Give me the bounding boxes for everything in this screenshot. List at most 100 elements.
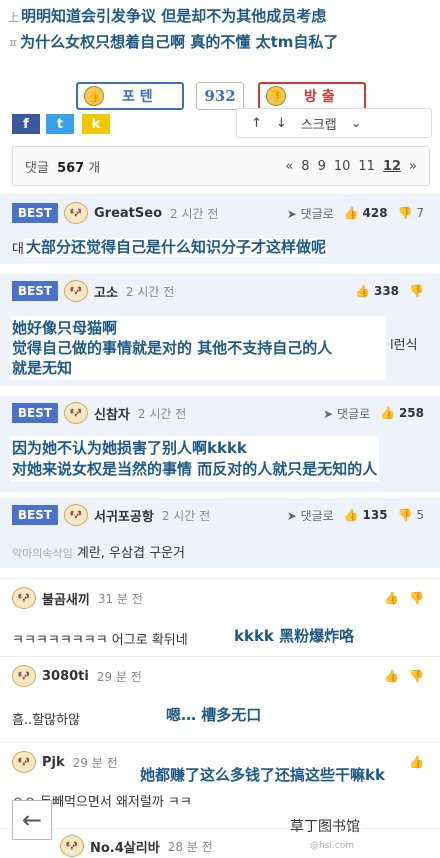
comment-nick[interactable]: GreatSeo <box>94 206 162 221</box>
arrow-up-icon[interactable]: ↑ <box>251 116 262 131</box>
comment: 🐶 불곰새끼 31 분 전 👍 👎 ㅋㅋㅋㅋㅋㅋㅋㅋ 어그로 확뒤네 <box>0 578 440 650</box>
comment-nick[interactable]: 3080ti <box>42 669 89 684</box>
like-icon[interactable]: 👍 <box>384 669 399 683</box>
page-link[interactable]: 8 <box>301 159 309 174</box>
comment-text: 계란, 우삼겹 구운거 <box>76 546 185 561</box>
comment-nick[interactable]: 신참자 <box>94 404 130 423</box>
overlay-line: 觉得自己做的事情就是对的 其他不支持自己的人 <box>12 339 333 357</box>
vote-count: 932 <box>196 82 244 110</box>
dislike-icon[interactable]: 👎 <box>409 591 424 605</box>
comment-nick[interactable]: 불곰새끼 <box>42 589 90 608</box>
dislike-icon[interactable]: 👎 <box>409 669 424 683</box>
comment-actions: 👍 338 👎 <box>355 284 424 298</box>
comment-count-label: 댓글 567 개 <box>25 157 100 176</box>
translation-overlay: 她都赚了这么多钱了还搞这些干嘛kk <box>138 766 387 785</box>
caption-line-1: 上明明知道会引发争议 但是却不为其他成员考虑 <box>8 4 440 30</box>
comment-body: 흠..할많하않 <box>12 713 81 728</box>
best-badge: BEST <box>12 403 58 423</box>
comment-time: 2 시간 전 <box>125 284 175 299</box>
current-page-link[interactable]: 12 <box>383 159 401 174</box>
back-arrow-icon[interactable]: ← <box>12 800 52 840</box>
comment-header: BEST 🐶 GreatSeo 2 시간 전 ➤ 댓글로 👍 428 👎 7 <box>12 198 432 228</box>
comment-time: 2 시간 전 <box>137 406 187 421</box>
reply-label: 댓글로 <box>337 406 371 421</box>
avatar-icon: 🐶 <box>64 504 88 526</box>
comment-header: 🐶 불곰새끼 31 분 전 👍 👎 <box>12 583 432 613</box>
best-badge: BEST <box>12 203 58 223</box>
comment-body: 대 <box>12 242 24 257</box>
page-link[interactable]: 11 <box>358 159 375 174</box>
like-icon[interactable]: 👍 <box>384 591 399 605</box>
comment-actions: 👍 👎 <box>384 669 424 683</box>
next-page-link[interactable]: » <box>409 159 417 174</box>
twitter-share-button[interactable]: t <box>46 114 74 134</box>
like-count: 428 <box>362 206 388 220</box>
facebook-share-button[interactable]: f <box>12 114 40 134</box>
scrap-toolbar: ↑ ↓ 스크랩 ⌄ <box>236 108 432 138</box>
like-button[interactable]: 👍 135 <box>344 508 388 522</box>
avatar-icon: 🐶 <box>12 665 36 687</box>
comment-time: 29 분 전 <box>96 669 142 684</box>
caption-mark-1: 上 <box>8 11 19 24</box>
overlay-line: 因为她不认为她损害了别人啊kkkk <box>12 439 247 457</box>
comment-actions: 👍 👎 <box>384 591 424 605</box>
best-comment: BEST 🐶 서귀포공항 2 시간 전 ➤ 댓글로 👍 135 👎 5 악마의속… <box>0 498 440 568</box>
bangchul-button[interactable]: 👎 방 출 <box>258 82 366 110</box>
comment-time: 2 시간 전 <box>161 508 211 523</box>
first-page-link[interactable]: « <box>285 159 293 174</box>
scrap-button[interactable]: 스크랩 <box>301 114 337 133</box>
dislike-count: 5 <box>416 508 424 522</box>
chevron-down-icon[interactable]: ⌄ <box>351 116 362 131</box>
page-links: « 8 9 10 11 12 » <box>285 159 417 174</box>
potent-label: 포 텐 <box>122 89 153 105</box>
like-button[interactable]: 👍 428 <box>344 206 388 220</box>
like-button[interactable]: 👍 338 <box>355 284 399 298</box>
comment-actions: 👍 <box>409 755 424 769</box>
best-badge: BEST <box>12 505 58 525</box>
comment-header: BEST 🐶 서귀포공항 2 시간 전 ➤ 댓글로 👍 135 👎 5 <box>12 500 432 530</box>
dislike-button[interactable]: 👎 5 <box>398 508 424 522</box>
comment-body: l런식 <box>390 338 418 353</box>
comment-actions: ➤ 댓글로 👍 258 <box>323 405 424 422</box>
comment-nick[interactable]: Pjk <box>42 755 65 770</box>
like-icon[interactable]: 👍 <box>409 755 424 769</box>
comment-nick[interactable]: 고소 <box>94 282 118 301</box>
comment-count-prefix: 댓글 <box>25 160 49 176</box>
page-link[interactable]: 10 <box>334 159 351 174</box>
comment-header: 🐶 3080ti 29 분 전 👍 👎 <box>12 661 432 691</box>
avatar-icon: 🐶 <box>12 587 36 609</box>
comment-actions: ➤ 댓글로 👍 135 👎 5 <box>287 507 424 524</box>
top-caption: 上明明知道会引发争议 但是却不为其他成员考虑 ㅍ为什么女权只想着自己啊 真的不懂… <box>0 0 440 58</box>
potent-button[interactable]: 👍 포 텐 <box>76 82 184 110</box>
comment-nick[interactable]: 서귀포공항 <box>94 506 154 525</box>
caption-mark-2: ㅍ <box>8 37 19 50</box>
comment-body: 악마의속삭임 계란, 우삼겹 구운거 <box>12 542 185 561</box>
dislike-icon[interactable]: 👎 <box>409 284 424 298</box>
overlay-line: 她好像只母猫啊 <box>12 319 118 337</box>
comment-actions: ➤ 댓글로 👍 428 👎 7 <box>287 205 424 222</box>
page-link[interactable]: 9 <box>318 159 326 174</box>
caption-line-2: ㅍ为什么女权只想着自己啊 真的不懂 太tm自私了 <box>8 30 440 56</box>
quote-author: 악마의속삭임 <box>12 547 73 560</box>
like-count: 135 <box>362 508 388 522</box>
like-count: 338 <box>373 284 400 298</box>
reply-button[interactable]: ➤ 댓글로 <box>323 405 370 422</box>
translation-overlay: kkkk 黑粉爆炸咯 <box>232 627 357 646</box>
avatar-icon: 🐶 <box>12 751 36 773</box>
overlay-line: 对她来说女权是当然的事情 而反对的人就只是无知的人 <box>12 460 378 478</box>
thumbs-up-icon: 👍 <box>84 86 104 106</box>
caption-text-2: 为什么女权只想着自己啊 真的不懂 太tm自私了 <box>20 33 339 51</box>
dislike-button[interactable]: 👎 7 <box>398 206 424 220</box>
like-count: 258 <box>398 406 424 420</box>
like-button[interactable]: 👍 258 <box>380 406 424 420</box>
caption-text-1: 明明知道会引发争议 但是却不为其他成员考虑 <box>21 7 327 25</box>
best-badge: BEST <box>12 281 58 301</box>
reply-button[interactable]: ➤ 댓글로 <box>287 205 334 222</box>
dislike-count: 7 <box>416 206 424 220</box>
arrow-down-icon[interactable]: ↓ <box>276 116 287 131</box>
watermark: 草丁图书馆 <box>288 816 362 836</box>
reply-button[interactable]: ➤ 댓글로 <box>287 507 334 524</box>
avatar-icon: 🐶 <box>64 402 88 424</box>
comment-time: 29 분 전 <box>72 755 118 770</box>
kakao-share-button[interactable]: k <box>82 114 110 134</box>
